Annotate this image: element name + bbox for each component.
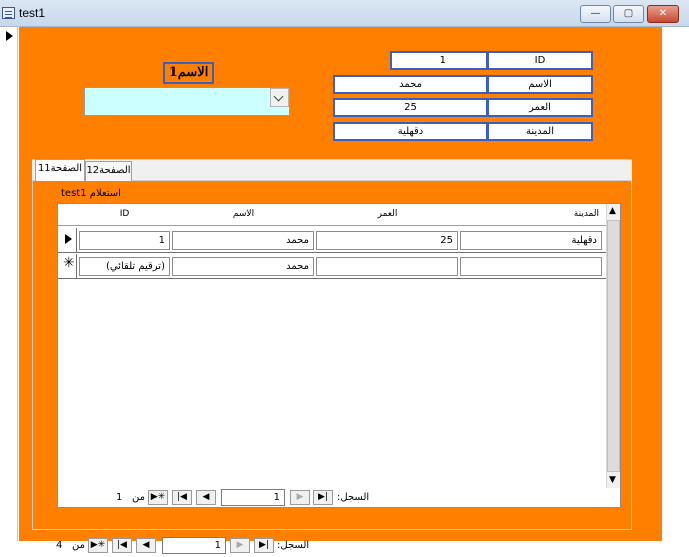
name-field-label: الاسم	[487, 75, 593, 94]
age-field[interactable]: 25	[333, 98, 488, 117]
cell-city-new[interactable]	[460, 257, 602, 276]
form-icon	[2, 7, 15, 19]
window-title: test1	[19, 6, 46, 20]
close-button[interactable]: ✕	[647, 5, 679, 23]
col-header-age[interactable]: العمر	[315, 209, 460, 219]
col-header-name[interactable]: الاسم	[171, 209, 316, 219]
subform-nav-record-label: السجل:	[337, 492, 370, 503]
col-header-city[interactable]: المدينة	[460, 209, 605, 219]
main-record-number-input[interactable]: 1	[162, 537, 226, 554]
id-field[interactable]: 1	[390, 51, 488, 70]
name-label: الاسم1	[163, 62, 214, 84]
form-right-margin	[662, 27, 689, 541]
subform-prev-record-button[interactable]: ◀	[196, 490, 216, 505]
subform-new-record-button[interactable]: ▶✳	[148, 490, 168, 505]
cell-age-new[interactable]	[316, 257, 458, 276]
current-row-arrow-icon	[65, 234, 72, 244]
subform-total-records: 1	[116, 492, 123, 503]
cell-age[interactable]: 25	[316, 231, 458, 250]
maximize-button[interactable]: ▢	[613, 5, 644, 23]
record-selector-strip[interactable]	[0, 27, 18, 541]
cell-name-new[interactable]: محمد	[172, 257, 314, 276]
cell-id[interactable]: 1	[79, 231, 170, 250]
main-of-label: من	[72, 540, 85, 551]
main-nav-record-label: السجل:	[277, 540, 310, 551]
city-label: المدينة	[487, 122, 593, 141]
subform-first-record-button[interactable]: |◀	[172, 490, 192, 505]
subform-next-record-button[interactable]: ▶	[290, 490, 310, 505]
main-first-record-button[interactable]: |◀	[112, 538, 132, 553]
minimize-button[interactable]: —	[580, 5, 611, 23]
subform-record-number-input[interactable]: 1	[221, 489, 285, 506]
cell-id-new[interactable]: (ترقيم تلقائي)	[79, 257, 170, 276]
chevron-down-icon	[273, 91, 284, 102]
tab-page12[interactable]: الصفحة12	[85, 161, 132, 181]
main-next-record-button[interactable]: ▶	[230, 538, 250, 553]
subform-label: استعلام test1	[61, 188, 121, 199]
new-record-asterisk-icon: ✳	[63, 255, 75, 271]
subform-of-label: من	[132, 492, 145, 503]
main-prev-record-button[interactable]: ◀	[136, 538, 156, 553]
current-record-arrow-icon	[6, 31, 13, 41]
combo-dropdown-button[interactable]	[270, 88, 289, 107]
scrollbar-thumb[interactable]	[607, 220, 620, 472]
cell-city[interactable]: دقهلية	[460, 231, 602, 250]
id-label: ID	[487, 51, 593, 70]
main-total-records: 4	[56, 540, 63, 551]
tab-page11[interactable]: الصفحة11	[35, 159, 85, 181]
scroll-down-icon[interactable]: ▼	[609, 475, 616, 485]
cell-name[interactable]: محمد	[172, 231, 314, 250]
age-label: العمر	[487, 98, 593, 117]
name-combo-box[interactable]	[84, 87, 290, 116]
main-last-record-button[interactable]: ▶|	[254, 538, 274, 553]
name-field[interactable]: محمد	[333, 75, 488, 94]
scroll-up-icon[interactable]: ▲	[609, 206, 616, 216]
city-field[interactable]: دقهلية	[333, 122, 488, 141]
col-header-id[interactable]: ID	[78, 209, 171, 219]
main-new-record-button[interactable]: ▶✳	[88, 538, 108, 553]
subform-last-record-button[interactable]: ▶|	[313, 490, 333, 505]
